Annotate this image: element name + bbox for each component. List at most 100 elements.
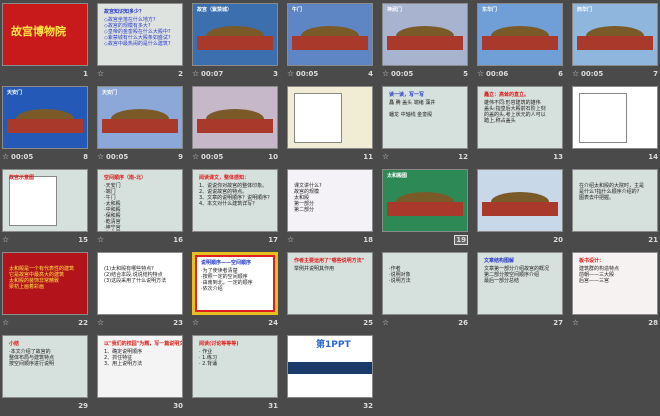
slide-thumbnail[interactable]: (1)太和殿有哪些特点? (2)结合本段,说说结构特点 (3)这段采用了什么说明方法 xyxy=(97,252,183,315)
slide-number: 32 xyxy=(363,402,373,410)
star-icon[interactable]: ☆ xyxy=(572,69,579,78)
slide-25[interactable]: 作者主要运用了"哪些说明方法" 举例并说明其作用 25 xyxy=(285,250,380,333)
slide-meta: 20 xyxy=(477,235,563,247)
slide-thumbnail[interactable]: 东华门 xyxy=(477,3,563,66)
slide-thumbnail[interactable]: 小结 ·本文介绍了故宫的 整体布局与建筑特点 按空间顺序进行说明 xyxy=(2,335,88,398)
slide-18[interactable]: 课文讲什么? 故宫的规模 太和殿 第一部分 第二部分 ☆ 18 xyxy=(285,167,380,250)
star-icon[interactable]: ☆ xyxy=(287,69,294,78)
slide-thumbnail[interactable]: 以"我们的校园"为题，写一篇说明文。 1、确定说明顺序 2、抓住特征 3、用上说明方法 xyxy=(97,335,183,398)
slide-thumbnail[interactable]: 天安门 xyxy=(97,86,183,149)
slide-13[interactable]: 矗立：高耸的直立。 雄伟不同:形容建筑的雄伟 盖头:指皇后大殿前石阶上刻 的盖的头,考… xyxy=(475,84,570,167)
slide-thumbnail[interactable]: 读一读，写一写矗 腾 盖头 端绪 藻井 蟠龙 中轴线 金銮殿 xyxy=(382,86,468,149)
slide-23[interactable]: (1)太和殿有哪些特点? (2)结合本段,说说结构特点 (3)这段采用了什么说明方法… xyxy=(95,250,190,333)
slide-thumbnail[interactable] xyxy=(572,86,658,149)
slide-thumbnail[interactable]: 天安门 xyxy=(2,86,88,149)
slide-meta: 31 xyxy=(192,401,278,413)
star-icon[interactable]: ☆ xyxy=(2,152,9,161)
star-icon[interactable]: ☆ xyxy=(97,318,104,327)
building-image xyxy=(395,26,455,36)
star-icon[interactable]: ☆ xyxy=(2,318,9,327)
slide-thumbnail[interactable]: 矗立：高耸的直立。 雄伟不同:形容建筑的雄伟 盖头:指皇后大殿前石阶上刻 的盖的头,考… xyxy=(477,86,563,149)
star-icon[interactable]: ☆ xyxy=(382,318,389,327)
slide-meta: ☆ 00:05 4 xyxy=(287,69,373,81)
star-icon[interactable]: ☆ xyxy=(97,152,104,161)
slide-19[interactable]: 太和殿图 19 xyxy=(380,167,475,250)
slide-thumbnail[interactable]: 太和殿是一个有代表性的建筑 它是故宫中最高大的建筑 太和殿的装饰非常精致 梁枋上画着彩… xyxy=(2,252,88,315)
slide-31[interactable]: 阅读(讨论等等等) · 作业 · 1.练习 · 2.背诵 31 xyxy=(190,333,285,416)
slide-thumbnail[interactable]: 神武门 xyxy=(382,3,468,66)
slide-number: 14 xyxy=(648,153,658,161)
slide-10[interactable]: ☆ 00:05 10 xyxy=(190,84,285,167)
slide-29[interactable]: 小结 ·本文介绍了故宫的 整体布局与建筑特点 按空间顺序进行说明 29 xyxy=(0,333,95,416)
slide-21[interactable]: 在介绍太和殿的大院时，主是 是什么?指什么顺序介绍的? 图表去中把握。 21 xyxy=(570,167,660,250)
slide-thumbnail[interactable]: 阅读课文，整体感知： 1、说说你对故宫的整体印象。 2、说说故宫的特点。 3、文章的说… xyxy=(192,169,278,232)
slide-thumbnail[interactable]: 故宫博物院 xyxy=(2,3,88,66)
slide-thumbnail[interactable]: ·作者 ·说明对象 ·说明方法 xyxy=(382,252,468,315)
slide-32[interactable]: 第1PPT 32 xyxy=(285,333,380,416)
slide-text-line: 梁枋上画着彩画 xyxy=(9,284,45,290)
slide-number: 2 xyxy=(178,70,183,78)
slide-text-line: 踏上,称占盖头 xyxy=(484,118,516,124)
slide-6[interactable]: 东华门 ☆ 00:06 6 xyxy=(475,1,570,84)
slide-thumbnail[interactable]: 课文讲什么? 故宫的规模 太和殿 第一部分 第二部分 xyxy=(287,169,373,232)
star-icon[interactable]: ☆ xyxy=(287,235,294,244)
slide-thumbnail[interactable]: 阅读(讨论等等等) · 作业 · 1.练习 · 2.背诵 xyxy=(192,335,278,398)
slide-title: 说明顺序——空间顺序 xyxy=(201,260,252,266)
slide-thumbnail[interactable] xyxy=(192,86,278,149)
slide-number: 19 xyxy=(454,235,468,245)
slide-thumbnail[interactable]: 在介绍太和殿的大院时，主是 是什么?指什么顺序介绍的? 图表去中把握。 xyxy=(572,169,658,232)
star-icon[interactable]: ☆ xyxy=(97,235,104,244)
slide-9[interactable]: 天安门 ☆ 00:05 9 xyxy=(95,84,190,167)
slide-1[interactable]: 故宫博物院 1 xyxy=(0,1,95,84)
slide-16[interactable]: 空间顺序（南-北）·天安门·端门·午门·太和殿·中和殿·保和殿·乾清宫·坤宁宫·… xyxy=(95,167,190,250)
slide-thumbnail[interactable]: 西华门 xyxy=(572,3,658,66)
slide-20[interactable]: 20 xyxy=(475,167,570,250)
slide-30[interactable]: 以"我们的校园"为题，写一篇说明文。 1、确定说明顺序 2、抓住特征 3、用上说明方法… xyxy=(95,333,190,416)
slide-thumbnail[interactable]: 午门 xyxy=(287,3,373,66)
slide-thumbnail[interactable]: 说明顺序——空间顺序 ·为了使读者清楚 ·按照一定的空间顺序 ·由南到北，一定的顺序 ·… xyxy=(192,252,278,315)
slide-15[interactable]: 故宫示意图 ☆ 15 xyxy=(0,167,95,250)
slide-number: 22 xyxy=(78,319,88,327)
slide-27[interactable]: 文章结构图解 文章第一部分介绍故宫的概况 第二部分按空间顺序介绍 最后一部分总结 27 xyxy=(475,250,570,333)
star-icon[interactable]: ☆ xyxy=(572,318,579,327)
slide-meta: 29 xyxy=(2,401,88,413)
slide-thumbnail[interactable] xyxy=(477,169,563,232)
star-icon[interactable]: ☆ xyxy=(192,152,199,161)
slide-28[interactable]: 板书设计： 建筑群的构造特点 前朝——三大殿 后宫——三宫 ☆ 28 xyxy=(570,250,660,333)
slide-thumbnail[interactable]: 故宫（紫禁城） xyxy=(192,3,278,66)
slide-text-line: 4、本文对什么建筑详写？ xyxy=(199,201,258,207)
slide-4[interactable]: 午门 ☆ 00:05 4 xyxy=(285,1,380,84)
slide-thumbnail[interactable]: 太和殿图 xyxy=(382,169,468,232)
slide-thumbnail[interactable]: 板书设计： 建筑群的构造特点 前朝——三大殿 后宫——三宫 xyxy=(572,252,658,315)
star-icon[interactable]: ☆ xyxy=(192,69,199,78)
slide-12[interactable]: 读一读，写一写矗 腾 盖头 端绪 藻井 蟠龙 中轴线 金銮殿 ☆ 12 xyxy=(380,84,475,167)
slide-thumbnail[interactable]: 故宫示意图 xyxy=(2,169,88,232)
slide-3[interactable]: 故宫（紫禁城） ☆ 00:07 3 xyxy=(190,1,285,84)
slide-2[interactable]: 故宫知识知多少？ ◇故宫坐落在什么地方? ◇故宫的规模有多大? ◇皇帝的金銮殿在什么大… xyxy=(95,1,190,84)
slide-22[interactable]: 太和殿是一个有代表性的建筑 它是故宫中最高大的建筑 太和殿的装饰非常精致 梁枋上画着彩… xyxy=(0,250,95,333)
slide-thumbnail[interactable] xyxy=(287,86,373,149)
star-icon[interactable]: ☆ xyxy=(97,69,104,78)
slide-number: 27 xyxy=(553,319,563,327)
slide-17[interactable]: 阅读课文，整体感知： 1、说说你对故宫的整体印象。 2、说说故宫的特点。 3、文章的说… xyxy=(190,167,285,250)
star-icon[interactable]: ☆ xyxy=(192,318,199,327)
slide-24[interactable]: 说明顺序——空间顺序 ·为了使读者清楚 ·按照一定的空间顺序 ·由南到北，一定的顺序 ·… xyxy=(190,250,285,333)
slide-meta: ☆ 00:05 7 xyxy=(572,69,658,81)
slide-number: 21 xyxy=(648,236,658,244)
star-icon[interactable]: ☆ xyxy=(382,69,389,78)
slide-8[interactable]: 天安门 ☆ 00:05 8 xyxy=(0,84,95,167)
star-icon[interactable]: ☆ xyxy=(382,152,389,161)
star-icon[interactable]: ☆ xyxy=(477,69,484,78)
slide-thumbnail[interactable]: 第1PPT xyxy=(287,335,373,398)
slide-thumbnail[interactable]: 空间顺序（南-北）·天安门·端门·午门·太和殿·中和殿·保和殿·乾清宫·坤宁宫·… xyxy=(97,169,183,232)
slide-thumbnail[interactable]: 文章结构图解 文章第一部分介绍故宫的概况 第二部分按空间顺序介绍 最后一部分总结 xyxy=(477,252,563,315)
slide-5[interactable]: 神武门 ☆ 00:05 5 xyxy=(380,1,475,84)
slide-thumbnail[interactable]: 故宫知识知多少？ ◇故宫坐落在什么地方? ◇故宫的规模有多大? ◇皇帝的金銮殿在什么大… xyxy=(97,3,183,66)
slide-number: 29 xyxy=(78,402,88,410)
slide-26[interactable]: ·作者 ·说明对象 ·说明方法 ☆ 26 xyxy=(380,250,475,333)
slide-thumbnail[interactable]: 作者主要运用了"哪些说明方法" 举例并说明其作用 xyxy=(287,252,373,315)
star-icon[interactable]: ☆ xyxy=(2,235,9,244)
slide-7[interactable]: 西华门 ☆ 00:05 7 xyxy=(570,1,660,84)
slide-14[interactable]: 14 xyxy=(570,84,660,167)
slide-11[interactable]: 11 xyxy=(285,84,380,167)
